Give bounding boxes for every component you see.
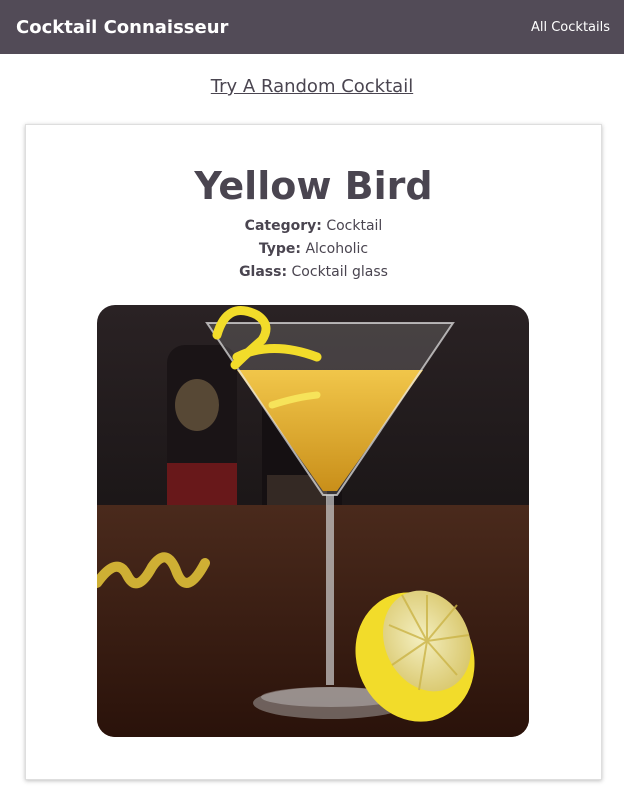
category-row: Category: Cocktail <box>26 215 601 238</box>
cocktail-details: Category: Cocktail Type: Alcoholic Glass… <box>26 215 601 284</box>
all-cocktails-link[interactable]: All Cocktails <box>531 20 610 35</box>
cocktail-image <box>97 305 529 737</box>
random-cocktail-container: Try A Random Cocktail <box>0 76 624 102</box>
glass-value: Cocktail glass <box>291 264 388 280</box>
type-value: Alcoholic <box>305 241 369 257</box>
type-label: Type: <box>258 241 302 257</box>
random-cocktail-link[interactable]: Try A Random Cocktail <box>211 76 413 97</box>
cocktail-title: Yellow Bird <box>194 164 433 208</box>
cocktail-photo-illustration <box>97 305 529 737</box>
category-value: Cocktail <box>326 218 383 234</box>
type-row: Type: Alcoholic <box>26 238 601 261</box>
glass-row: Glass: Cocktail glass <box>26 261 601 284</box>
category-label: Category: <box>244 218 322 234</box>
top-navbar: Cocktail Connaisseur All Cocktails <box>0 0 624 54</box>
glass-label: Glass: <box>239 264 288 280</box>
brand-link[interactable]: Cocktail Connaisseur <box>16 17 228 38</box>
cocktail-card: Yellow Bird Category: Cocktail Type: Alc… <box>25 124 602 780</box>
